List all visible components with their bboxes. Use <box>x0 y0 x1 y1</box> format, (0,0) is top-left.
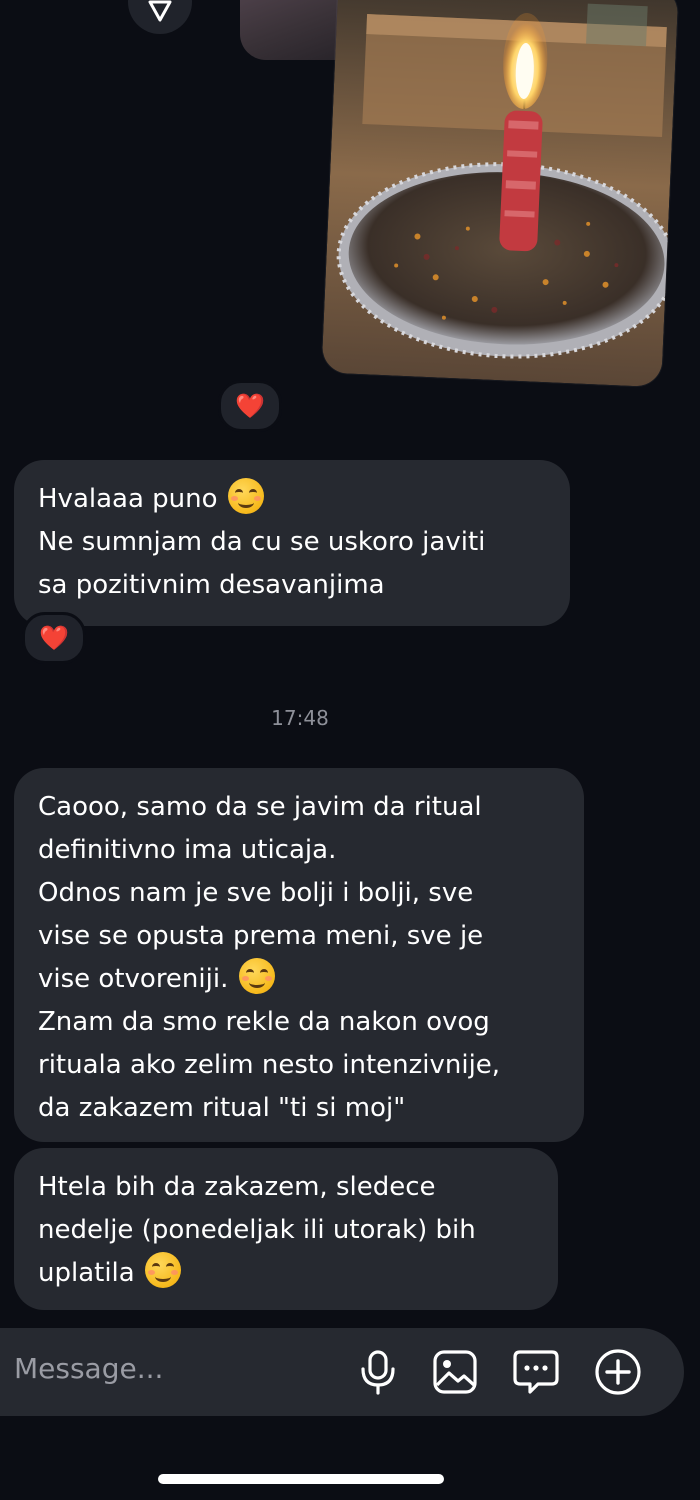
message-composer <box>0 1328 684 1416</box>
home-indicator <box>158 1474 444 1484</box>
message-line: definitivno ima uticaja. <box>38 835 337 865</box>
photo-heart-reaction[interactable]: ❤️ <box>218 380 282 432</box>
sticker-chat-icon[interactable] <box>512 1348 560 1396</box>
timestamp: 17:48 <box>271 706 329 730</box>
image-icon[interactable] <box>431 1348 479 1396</box>
shared-photo[interactable] <box>321 0 679 388</box>
message-heart-reaction[interactable]: ❤️ <box>22 612 86 664</box>
heart-icon: ❤️ <box>235 392 265 420</box>
message-line: rituala ako zelim nesto intenzivnije, <box>38 1050 501 1080</box>
message-line: Hvalaaa puno <box>38 478 546 521</box>
message-bubble-2[interactable]: Caooo, samo da se javim da ritual defini… <box>14 768 584 1142</box>
smiling-face-emoji <box>227 478 264 514</box>
add-circle-icon[interactable] <box>594 1348 642 1396</box>
smiling-face-emoji <box>144 1252 181 1288</box>
message-line: Odnos nam je sve bolji i bolji, sve <box>38 878 474 908</box>
message-bubble-3[interactable]: Htela bih da zakazem, sledece nedelje (p… <box>14 1148 558 1310</box>
message-line: nedelje (ponedeljak ili utorak) bih <box>38 1215 476 1245</box>
message-line: vise se opusta prema meni, sve je <box>38 921 484 951</box>
message-line: vise otvoreniji. <box>38 958 560 1001</box>
share-button[interactable] <box>128 0 192 34</box>
heart-icon: ❤️ <box>39 624 69 652</box>
message-line: da zakazem ritual "ti si moj" <box>38 1093 406 1123</box>
message-line: Htela bih da zakazem, sledece <box>38 1172 436 1202</box>
message-line: Ne sumnjam da cu se uskoro javiti <box>38 527 486 557</box>
microphone-icon[interactable] <box>354 1348 402 1396</box>
send-icon <box>146 0 174 26</box>
message-bubble-1[interactable]: Hvalaaa puno Ne sumnjam da cu se uskoro … <box>14 460 570 626</box>
message-line: Caooo, samo da se javim da ritual <box>38 792 482 822</box>
message-line: uplatila <box>38 1252 534 1295</box>
message-input[interactable] <box>14 1352 334 1385</box>
message-line: Znam da smo rekle da nakon ovog <box>38 1007 490 1037</box>
message-line: sa pozitivnim desavanjima <box>38 570 385 600</box>
smiling-face-emoji <box>238 958 275 994</box>
